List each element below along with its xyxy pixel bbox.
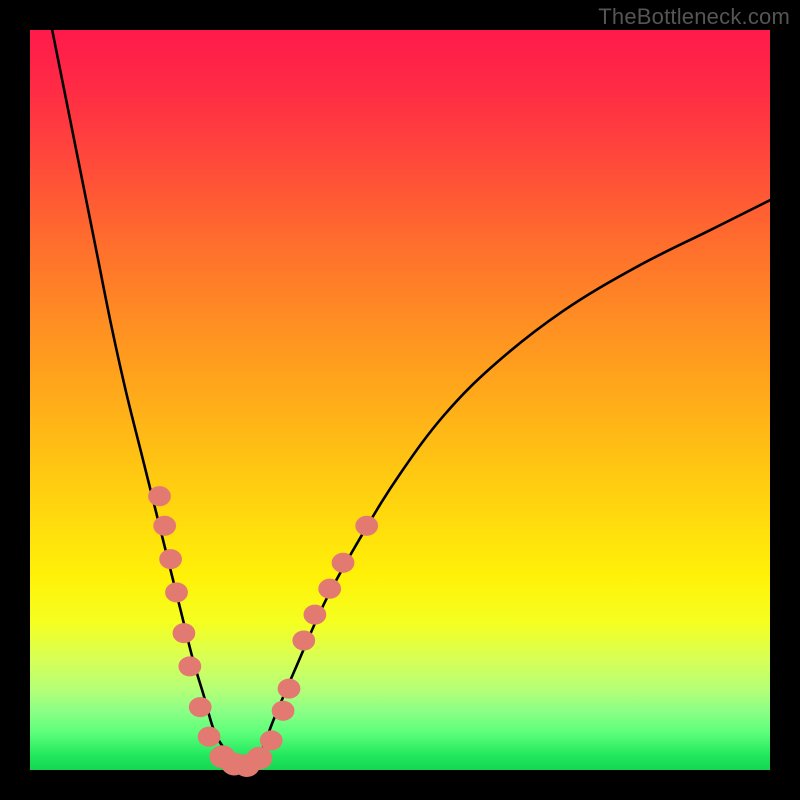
plot-area: [30, 30, 770, 770]
marker-dot: [154, 516, 176, 535]
marker-dot: [332, 553, 354, 572]
marker-dot: [179, 657, 201, 676]
curve-svg: [30, 30, 770, 770]
chart-frame: TheBottleneck.com: [0, 0, 800, 800]
watermark-text: TheBottleneck.com: [598, 4, 790, 30]
marker-dot: [149, 487, 171, 506]
marker-dot: [160, 550, 182, 569]
bottleneck-curve: [52, 30, 770, 770]
marker-dot: [247, 747, 272, 769]
marker-dot: [272, 701, 294, 720]
marker-dot: [319, 579, 341, 598]
scatter-markers: [149, 487, 378, 777]
marker-dot: [356, 516, 378, 535]
marker-dot: [198, 727, 220, 746]
marker-dot: [260, 731, 282, 750]
marker-dot: [304, 605, 326, 624]
marker-dot: [278, 679, 300, 698]
marker-dot: [166, 583, 188, 602]
marker-dot: [173, 624, 195, 643]
marker-dot: [189, 698, 211, 717]
marker-dot: [293, 631, 315, 650]
